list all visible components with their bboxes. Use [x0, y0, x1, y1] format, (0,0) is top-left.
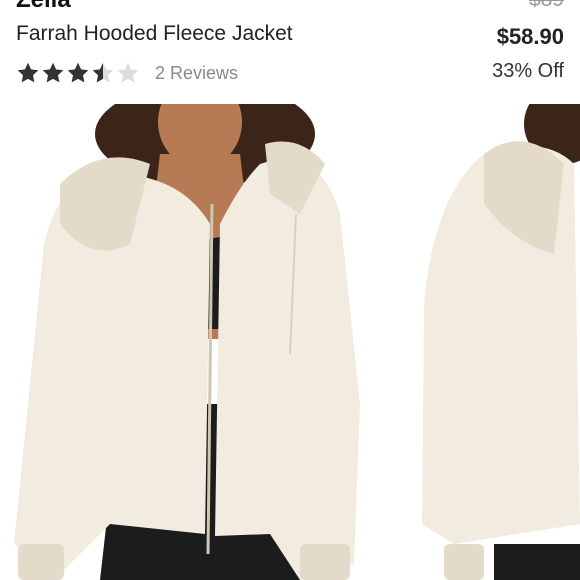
product-image-side[interactable] — [414, 104, 580, 580]
discount-label: 33% Off — [492, 60, 564, 82]
product-image-gallery[interactable] — [0, 104, 580, 580]
sale-price: $58.90 — [496, 24, 564, 49]
side-view-illustration — [422, 104, 580, 580]
front-view-illustration — [14, 104, 360, 580]
star-icon — [42, 62, 64, 83]
star-rating — [16, 61, 141, 85]
product-title: Farrah Hooded Fleece Jacket — [16, 22, 293, 45]
star-icon — [92, 62, 114, 83]
star-icon — [117, 62, 139, 83]
star-icon — [67, 62, 89, 83]
product-header: Zella Farrah Hooded Fleece Jacket 2 Revi… — [0, 0, 580, 104]
reviews-link[interactable]: 2 Reviews — [155, 63, 238, 84]
product-image-front[interactable] — [0, 104, 408, 580]
star-icon — [17, 62, 39, 83]
rating[interactable]: 2 Reviews — [16, 60, 238, 86]
original-price: $89 — [529, 0, 564, 12]
brand-name[interactable]: Zella — [16, 0, 71, 14]
